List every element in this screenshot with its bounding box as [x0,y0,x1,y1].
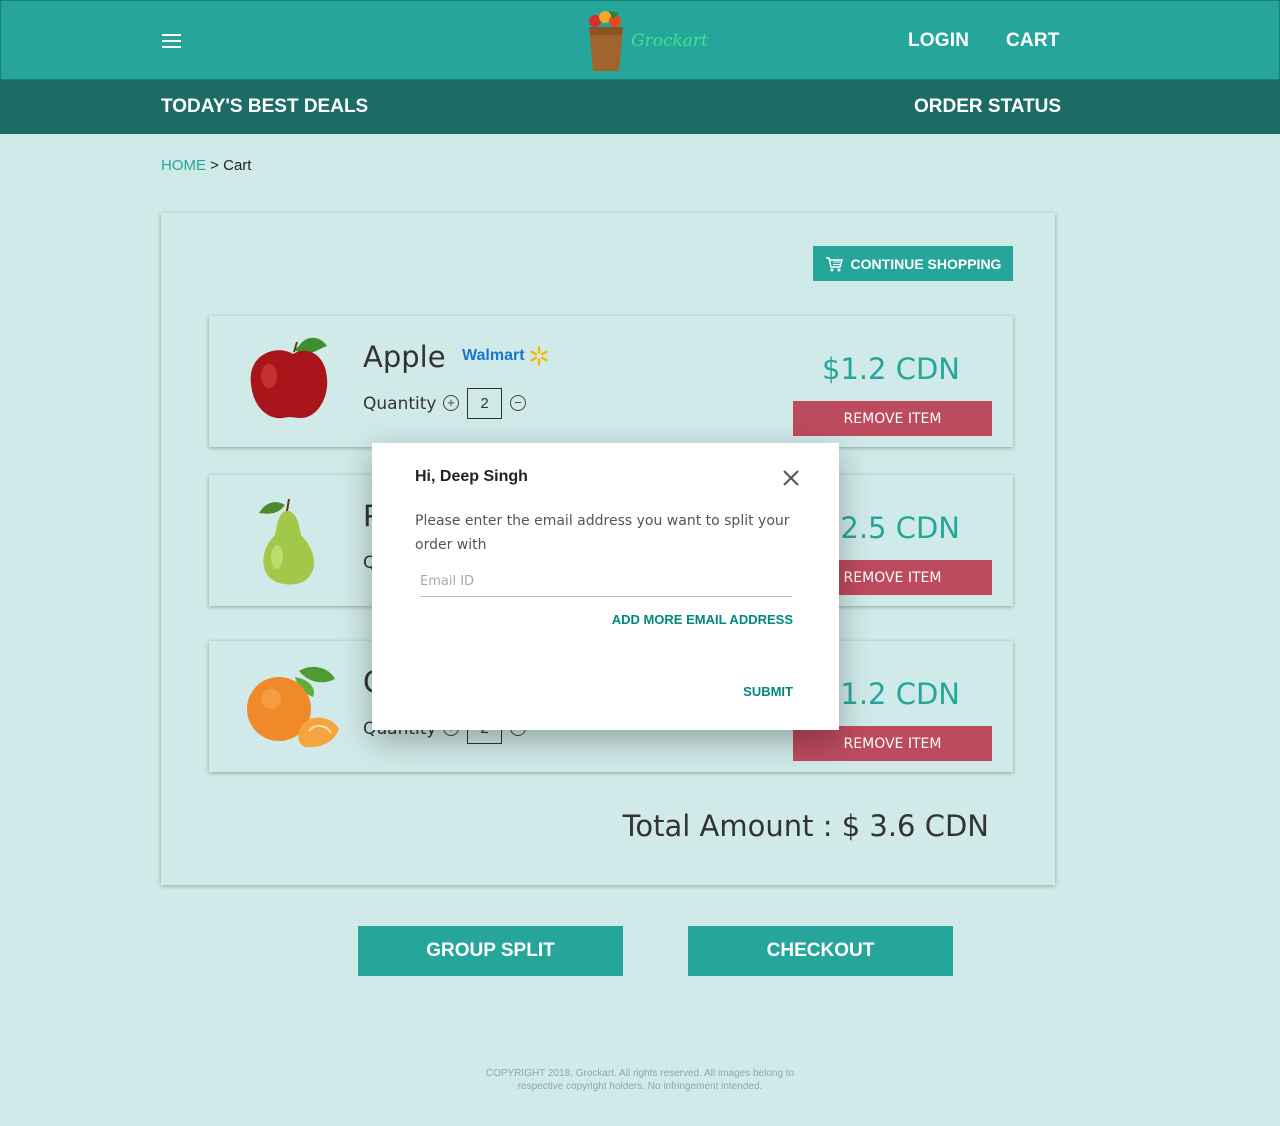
dialog-message: Please enter the email address you want … [415,513,790,553]
logo[interactable]: Grockart [583,9,708,75]
sub-navbar: TODAY'S BEST DEALS ORDER STATUS [0,80,1280,134]
pear-icon [259,498,315,585]
store-name: Walmart [462,347,525,364]
breadcrumb-home[interactable]: HOME [161,157,206,174]
login-link[interactable]: LOGIN [908,30,969,52]
quantity-decrease-button[interactable]: − [510,395,526,411]
apple-icon [250,337,328,419]
orange-icon [247,666,339,748]
item-name: Apple [363,340,446,374]
submit-button[interactable]: SUBMIT [743,684,793,699]
item-price: $1.2 CDN [821,352,960,386]
email-field[interactable] [420,567,792,597]
shopping-cart-icon [825,256,843,271]
close-icon[interactable] [781,468,801,488]
group-split-dialog: Hi, Deep Singh Please enter the email ad… [372,443,839,730]
todays-deals-link[interactable]: TODAY'S BEST DEALS [161,96,368,118]
cart-link[interactable]: CART [1006,30,1060,52]
grocery-bag-icon [589,11,623,71]
group-split-button[interactable]: GROUP SPLIT [358,926,623,976]
footer-copyright: COPYRIGHT 2018, Grockart. All rights res… [485,1068,795,1092]
store-logo: Walmart [462,346,549,366]
breadcrumb: HOME > Cart [161,157,251,174]
total-amount: Total Amount : $ 3.6 CDN [622,809,989,843]
remove-item-button[interactable]: REMOVE ITEM [793,401,992,436]
remove-item-button[interactable]: REMOVE ITEM [793,726,992,761]
breadcrumb-separator: > [210,157,219,174]
quantity-increase-button[interactable]: + [443,395,459,411]
quantity-label: Quantity [363,394,437,414]
checkout-button[interactable]: CHECKOUT [688,926,953,976]
quantity-input[interactable]: 2 [467,388,502,419]
dialog-title: Hi, Deep Singh [415,468,528,485]
cart-item: Apple Walmart Quantity + 2 − $1.2 CDN RE… [209,316,1013,447]
walmart-spark-icon [529,346,548,366]
logo-text: Grockart [631,31,708,51]
breadcrumb-current: Cart [223,157,252,174]
item-price: $2.5 CDN [821,511,960,545]
menu-icon[interactable] [162,34,181,48]
top-navbar: Grockart LOGIN CART [0,0,1280,80]
add-more-email-button[interactable]: ADD MORE EMAIL ADDRESS [612,612,793,627]
continue-shopping-label: CONTINUE SHOPPING [850,255,1002,272]
continue-shopping-button[interactable]: CONTINUE SHOPPING [813,246,1013,281]
order-status-link[interactable]: ORDER STATUS [914,96,1061,118]
item-price: $1.2 CDN [821,677,960,711]
